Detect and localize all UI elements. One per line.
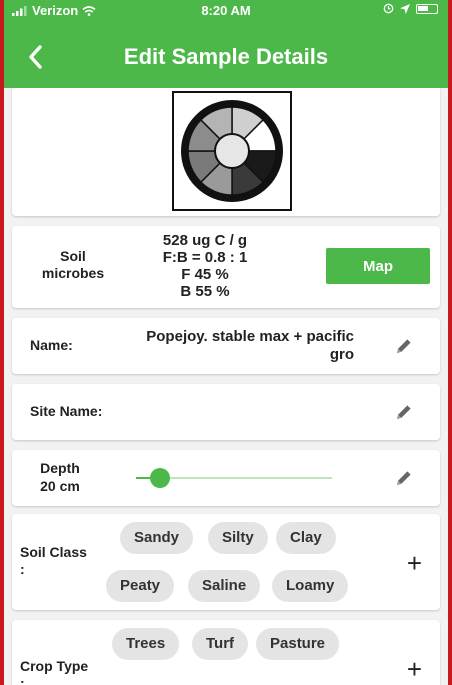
- status-bar: Verizon 8:20 AM: [4, 0, 448, 22]
- status-right-icons: [383, 3, 438, 14]
- location-arrow-icon: [400, 3, 410, 14]
- alarm-icon: [383, 3, 394, 14]
- soil-class-row: Soil Class : Sandy Silty Clay Peaty Sali…: [12, 514, 440, 610]
- depth-label-group: Depth 20 cm: [30, 459, 90, 495]
- status-time: 8:20 AM: [201, 3, 251, 18]
- edit-depth-pencil-icon[interactable]: [394, 468, 414, 488]
- soil-microbes-card: Soil microbes 528 ug C / g F:B = 0.8 : 1…: [12, 226, 440, 308]
- site-name-label: Site Name:: [30, 403, 103, 419]
- soil-microbes-label: Soil microbes: [41, 248, 105, 281]
- edit-site-name-pencil-icon[interactable]: [394, 402, 414, 422]
- crop-type-label: Crop Type :: [20, 658, 89, 685]
- color-wheel-graphic: [181, 100, 283, 202]
- depth-slider[interactable]: [136, 468, 332, 488]
- microbes-fb-ratio: F:B = 0.8 : 1: [162, 249, 248, 266]
- depth-label: Depth: [40, 460, 80, 476]
- edit-name-pencil-icon[interactable]: [394, 336, 414, 356]
- battery-icon: [416, 3, 438, 14]
- sample-color-wheel-image[interactable]: [172, 91, 292, 211]
- soil-class-chip-sandy[interactable]: Sandy: [120, 522, 194, 554]
- site-name-row: Site Name:: [12, 384, 440, 440]
- crop-type-chip-turf[interactable]: Turf: [192, 628, 249, 660]
- name-row: Name: Popejoy. stable max + pacific gro: [12, 318, 440, 374]
- add-soil-class-plus-icon[interactable]: +: [407, 550, 422, 576]
- name-label: Name:: [30, 337, 73, 353]
- name-value: Popejoy. stable max + pacific gro: [146, 328, 354, 363]
- soil-class-chip-peaty[interactable]: Peaty: [106, 570, 175, 602]
- microbes-bacteria-percent: B 55 %: [180, 283, 230, 300]
- depth-slider-thumb[interactable]: [149, 468, 170, 488]
- nav-bar: Edit Sample Details: [4, 36, 448, 80]
- crop-type-row: Crop Type : Trees Turf Pasture +: [12, 620, 440, 685]
- soil-class-chip-silty[interactable]: Silty: [208, 522, 268, 554]
- depth-row: Depth 20 cm: [12, 450, 440, 506]
- crop-type-chip-pasture[interactable]: Pasture: [256, 628, 340, 660]
- sample-image-card: [12, 88, 440, 216]
- crop-type-chip-trees[interactable]: Trees: [112, 628, 180, 660]
- depth-value: 20 cm: [40, 478, 80, 494]
- add-crop-type-plus-icon[interactable]: +: [407, 656, 422, 682]
- microbes-biomass: 528 ug C / g: [162, 232, 248, 249]
- soil-class-chip-clay[interactable]: Clay: [276, 522, 336, 554]
- edit-sample-content[interactable]: Soil microbes 528 ug C / g F:B = 0.8 : 1…: [4, 88, 448, 685]
- map-button[interactable]: Map: [326, 248, 430, 284]
- app-header: Verizon 8:20 AM Edit Sample Details: [4, 0, 448, 88]
- soil-class-label: Soil Class :: [20, 544, 87, 577]
- page-title: Edit Sample Details: [123, 44, 329, 69]
- soil-microbes-stats: 528 ug C / g F:B = 0.8 : 1 F 45 % B 55 %: [140, 232, 270, 300]
- soil-class-chip-saline[interactable]: Saline: [188, 570, 261, 602]
- soil-class-chip-loamy[interactable]: Loamy: [272, 570, 349, 602]
- microbes-fungi-percent: F 45 %: [181, 266, 229, 283]
